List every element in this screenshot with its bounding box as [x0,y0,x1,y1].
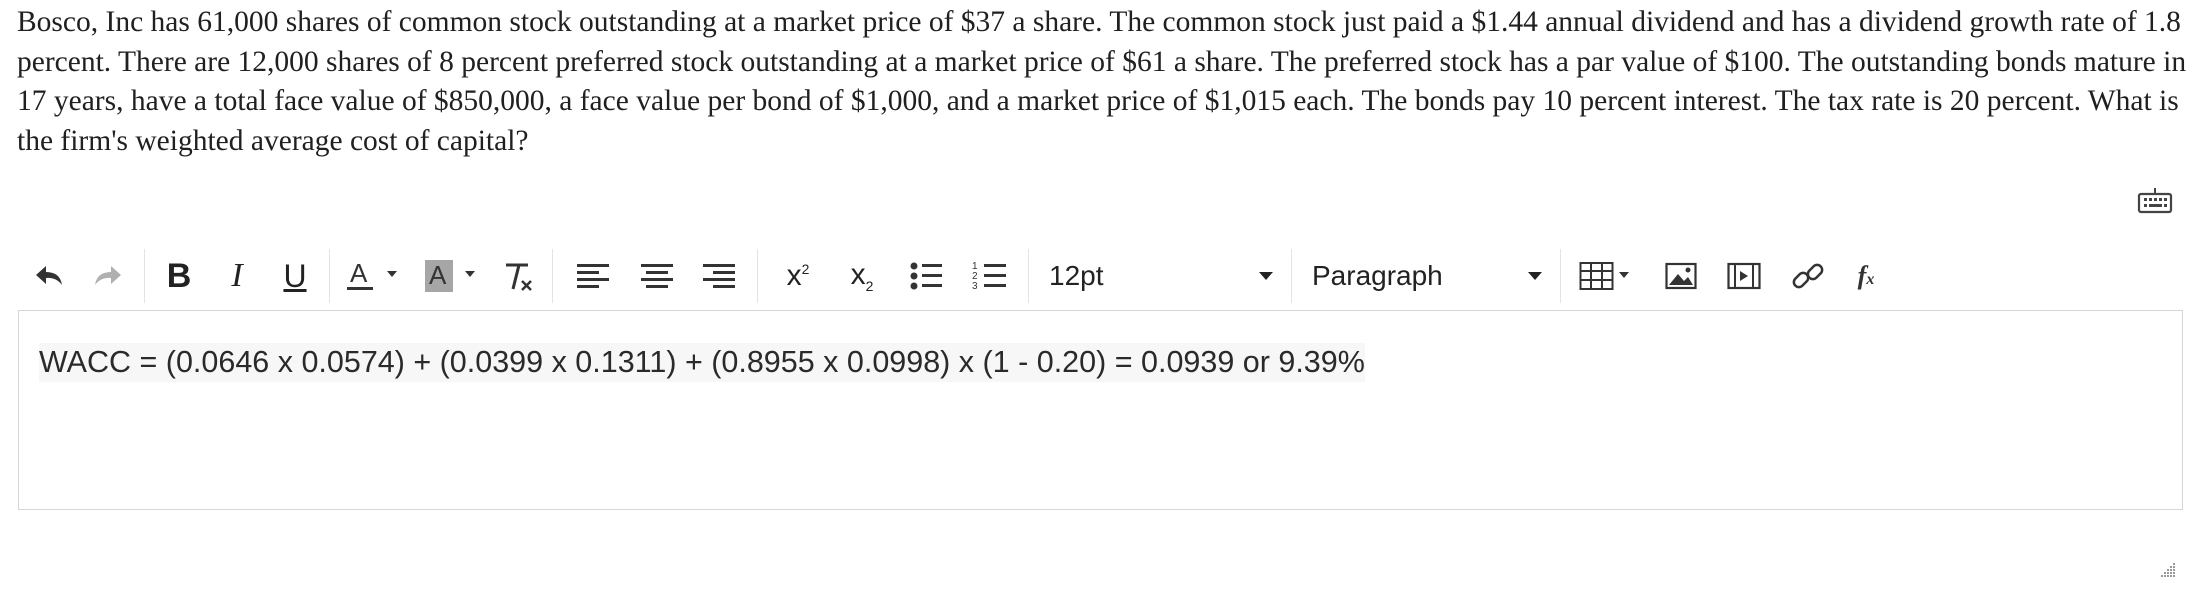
svg-text:3: 3 [972,281,978,292]
toolbar-separator [329,249,330,303]
svg-text:A: A [350,258,368,288]
toolbar-separator [144,249,145,303]
block-format-select[interactable]: Paragraph [1300,251,1552,301]
editor-toolbar: B I U A A x2 x2 1 2 3 12pt Paragraph fx [18,243,2183,309]
align-left-button[interactable] [561,251,625,301]
keyboard-icon[interactable] [2137,188,2173,214]
editor-area[interactable]: WACC = (0.0646 x 0.0574) + (0.0399 x 0.1… [18,310,2183,510]
media-button[interactable] [1713,251,1775,301]
resize-handle-icon[interactable] [2158,560,2176,578]
image-button[interactable] [1649,251,1713,301]
toolbar-separator [1560,249,1561,303]
background-color-icon: A [425,260,475,292]
toolbar-separator [1291,249,1292,303]
undo-button[interactable] [18,251,80,301]
bullet-list-icon [910,262,942,290]
block-format-value: Paragraph [1312,260,1443,291]
numbered-list-icon: 123 [972,261,1006,292]
svg-text:A: A [429,260,447,290]
numbered-list-button[interactable]: 123 [958,251,1020,301]
bold-icon: B [166,256,192,295]
align-right-icon [703,264,735,288]
text-color-icon: A [347,258,397,290]
editor-content[interactable]: WACC = (0.0646 x 0.0574) + (0.0399 x 0.1… [39,343,1365,382]
formula-icon: fx [1857,261,1875,290]
italic-icon: I [231,257,243,294]
underline-button[interactable]: U [269,251,321,301]
bullet-list-button[interactable] [894,251,958,301]
subscript-icon: x2 [850,258,874,294]
redo-button[interactable] [80,251,136,301]
table-icon [1579,262,1629,290]
table-button[interactable] [1569,251,1649,301]
superscript-icon: x2 [786,259,810,292]
subscript-button[interactable]: x2 [830,251,894,301]
underline-icon: U [283,257,307,294]
bold-button[interactable]: B [153,251,205,301]
redo-icon [95,266,121,285]
undo-icon [36,266,62,285]
media-icon [1727,262,1761,290]
toolbar-separator [1028,249,1029,303]
italic-button[interactable]: I [205,251,269,301]
text-color-button[interactable]: A [338,251,416,301]
chevron-down-icon [1528,272,1542,280]
link-button[interactable] [1775,251,1841,301]
align-center-icon [641,264,673,288]
toolbar-separator [552,249,553,303]
align-center-button[interactable] [625,251,689,301]
image-icon [1665,262,1697,290]
question-text: Bosco, Inc has 61,000 shares of common s… [17,6,2187,157]
background-color-button[interactable]: A [416,251,494,301]
clear-formatting-icon [506,263,532,291]
font-size-select[interactable]: 12pt [1037,251,1283,301]
font-size-value: 12pt [1049,260,1104,291]
clear-formatting-button[interactable] [494,251,544,301]
formula-button[interactable]: fx [1841,251,1891,301]
chevron-down-icon [1259,272,1273,280]
align-right-button[interactable] [689,251,749,301]
link-icon [1792,263,1824,289]
align-left-icon [577,264,609,288]
superscript-button[interactable]: x2 [766,251,830,301]
toolbar-separator [757,249,758,303]
